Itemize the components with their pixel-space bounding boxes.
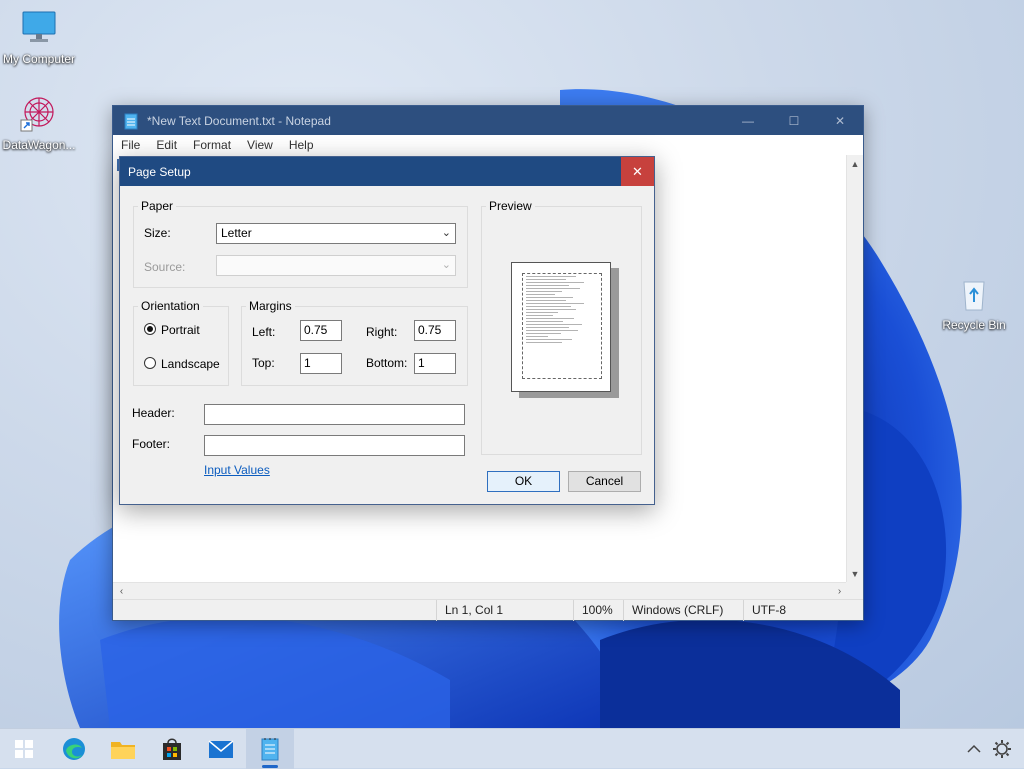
landscape-radio[interactable] (144, 357, 156, 369)
menu-file[interactable]: File (113, 138, 148, 152)
landscape-label[interactable]: Landscape (161, 357, 220, 371)
margin-bottom-label: Bottom: (366, 356, 408, 370)
scroll-down-icon[interactable]: ▼ (847, 565, 863, 582)
horizontal-scrollbar[interactable]: ‹ › (113, 582, 848, 599)
taskbar (0, 728, 1024, 769)
notepad-icon (261, 738, 279, 761)
taskbar-start-button[interactable] (0, 729, 48, 769)
taskbar-notepad[interactable] (246, 729, 294, 769)
folder-icon (111, 742, 135, 759)
taskbar-edge[interactable] (50, 729, 98, 769)
paper-group-label: Paper (138, 199, 177, 213)
scroll-left-icon[interactable]: ‹ (113, 583, 130, 600)
header-input[interactable] (204, 404, 465, 425)
cancel-button[interactable]: Cancel (568, 471, 641, 492)
desktop-icon-label: Recycle Bin (942, 318, 1006, 332)
portrait-label[interactable]: Portrait (161, 323, 200, 337)
paper-size-value: Letter (221, 226, 252, 240)
header-label: Header: (132, 406, 175, 420)
status-position: Ln 1, Col 1 (436, 600, 573, 621)
footer-label: Footer: (132, 437, 171, 451)
footer-input[interactable] (204, 435, 465, 456)
windows-logo-icon (15, 740, 33, 758)
maximize-button[interactable]: ☐ (771, 106, 817, 135)
edge-icon (63, 738, 85, 760)
status-encoding: UTF-8 (743, 600, 853, 621)
vertical-scrollbar[interactable]: ▲ ▼ (846, 155, 863, 582)
gear-icon (993, 740, 1011, 758)
taskbar-mail[interactable] (197, 729, 245, 769)
notepad-title: *New Text Document.txt - Notepad (147, 113, 331, 128)
preview-page-thumbnail (511, 262, 611, 392)
datawagon-icon (19, 94, 59, 134)
preview-text-lines (522, 273, 602, 379)
taskbar-store[interactable] (148, 729, 196, 769)
chevron-down-icon: ⌄ (441, 259, 451, 271)
menu-view[interactable]: View (239, 138, 281, 152)
desktop-icon-recycle-bin[interactable]: Recycle Bin (932, 274, 1016, 332)
chevron-down-icon: ⌄ (441, 227, 451, 239)
notepad-titlebar[interactable]: *New Text Document.txt - Notepad — ☐ ✕ (113, 106, 863, 135)
taskbar-file-explorer[interactable] (99, 729, 147, 769)
margin-right-input[interactable]: 0.75 (414, 320, 456, 341)
margin-left-label: Left: (252, 325, 276, 339)
paper-source-label: Source: (144, 260, 186, 274)
input-values-link[interactable]: Input Values (204, 463, 270, 477)
margin-right-label: Right: (366, 325, 398, 339)
desktop-icon-datawagon[interactable]: DataWagon... (0, 94, 81, 152)
margin-bottom-input[interactable]: 1 (414, 353, 456, 374)
ok-button[interactable]: OK (487, 471, 560, 492)
notepad-app-icon (123, 112, 139, 130)
desktop-icon-label: My Computer (2, 52, 76, 66)
dialog-titlebar[interactable]: Page Setup ✕ (120, 157, 654, 186)
margins-group (241, 306, 468, 386)
menu-help[interactable]: Help (281, 138, 322, 152)
margin-top-input[interactable]: 1 (300, 353, 342, 374)
paper-size-select[interactable]: Letter ⌄ (216, 223, 456, 244)
mail-icon (208, 740, 234, 758)
portrait-radio[interactable] (144, 323, 156, 335)
dialog-close-button[interactable]: ✕ (621, 157, 654, 186)
status-zoom: 100% (573, 600, 623, 621)
margin-top-label: Top: (252, 356, 275, 370)
taskbar-settings[interactable] (982, 729, 1022, 769)
close-button[interactable]: ✕ (817, 106, 863, 135)
paper-size-label: Size: (144, 226, 171, 240)
desktop-icon-label: DataWagon... (2, 138, 76, 152)
menu-edit[interactable]: Edit (148, 138, 185, 152)
notepad-menubar: File Edit Format View Help (113, 135, 863, 155)
preview-label: Preview (486, 199, 535, 213)
dialog-title: Page Setup (128, 164, 191, 179)
page-setup-dialog: Page Setup ✕ Paper Size: Letter ⌄ Source… (119, 156, 655, 505)
computer-icon (19, 8, 59, 48)
recycle-bin-icon (954, 274, 994, 314)
scroll-up-icon[interactable]: ▲ (847, 155, 863, 172)
chevron-up-icon (967, 744, 981, 753)
status-bar: Ln 1, Col 1 100% Windows (CRLF) UTF-8 (113, 599, 863, 621)
store-icon (163, 738, 181, 760)
margins-group-label: Margins (246, 299, 295, 313)
margin-left-input[interactable]: 0.75 (300, 320, 342, 341)
paper-source-select[interactable]: ⌄ (216, 255, 456, 276)
orientation-group (133, 306, 229, 386)
desktop-icon-my-computer[interactable]: My Computer (0, 8, 81, 66)
menu-format[interactable]: Format (185, 138, 239, 152)
orientation-group-label: Orientation (138, 299, 203, 313)
scrollbar-corner (846, 582, 863, 599)
minimize-button[interactable]: — (725, 106, 771, 135)
status-line-ending: Windows (CRLF) (623, 600, 743, 621)
